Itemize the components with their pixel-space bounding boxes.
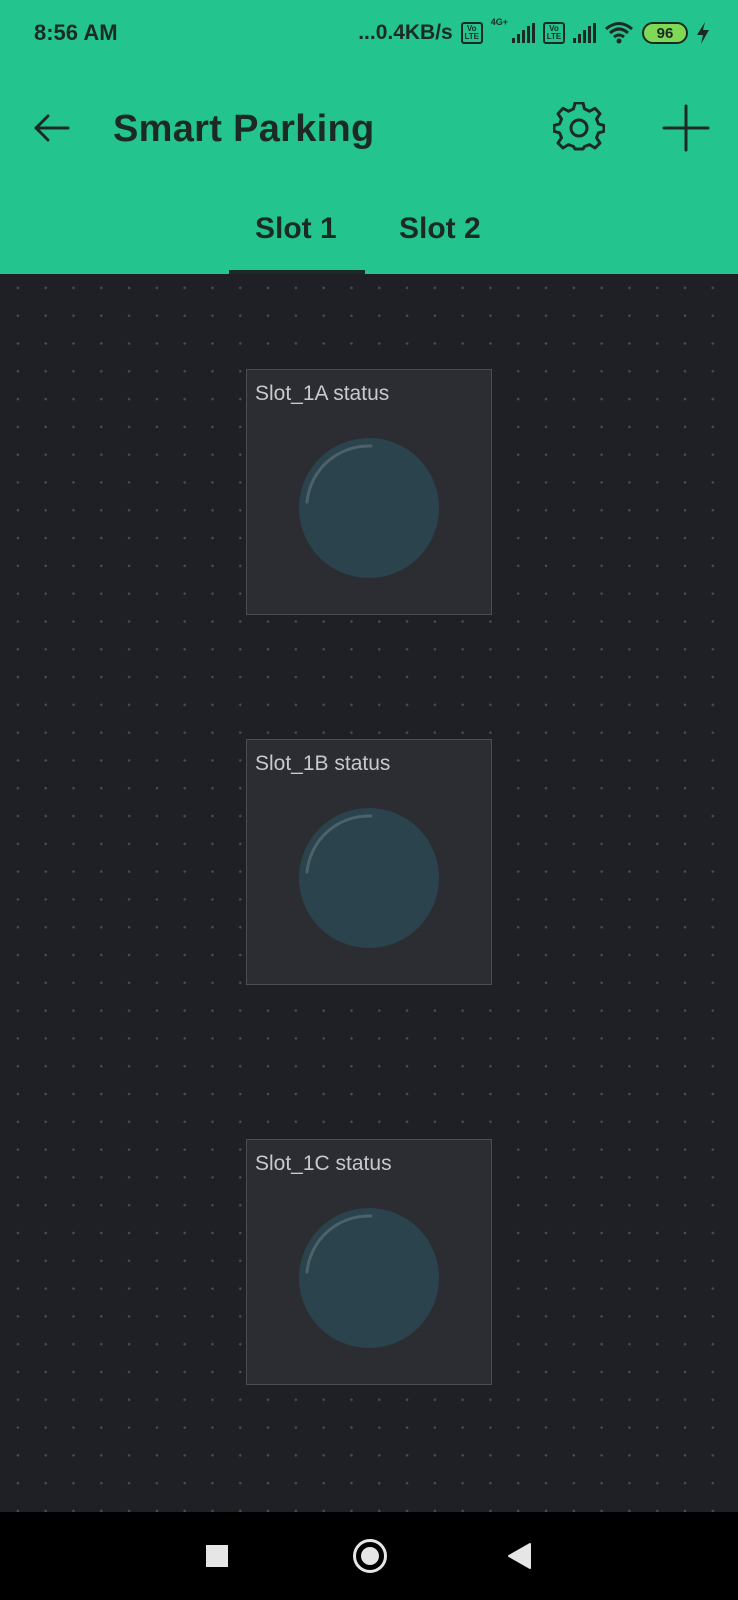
add-widget-button[interactable] (660, 102, 712, 154)
status-bar: 8:56 AM ...0.4KB/s Vo LTE 4G+ Vo LTE 96 (0, 0, 738, 66)
battery-icon: 96 (642, 22, 688, 44)
gear-icon (552, 101, 606, 151)
signal-icon (512, 23, 535, 43)
tab-bar: Slot 1 Slot 2 (0, 200, 738, 274)
arrow-left-icon (34, 114, 70, 142)
led-indicator-icon (299, 808, 439, 948)
network-type: 4G+ (490, 17, 508, 27)
status-indicators: ...0.4KB/s Vo LTE 4G+ Vo LTE 96 (358, 18, 710, 48)
home-button[interactable] (353, 1539, 387, 1573)
plus-icon (662, 104, 710, 152)
settings-button[interactable] (552, 101, 606, 154)
back-button[interactable] (28, 104, 76, 152)
dashboard-canvas[interactable]: Slot_1A status Slot_1B status Slot_1C st… (0, 274, 738, 1512)
system-nav-bar (0, 1512, 738, 1600)
tab-slot-1[interactable]: Slot 1 (255, 212, 337, 246)
signal-icon-2 (573, 23, 596, 43)
status-time: 8:56 AM (34, 20, 118, 45)
widget-label: Slot_1C status (255, 1152, 392, 1175)
tab-slot-2[interactable]: Slot 2 (399, 212, 481, 246)
triangle-back-icon (508, 1543, 531, 1569)
recent-apps-button[interactable] (206, 1545, 228, 1567)
led-widget-slot-1c[interactable]: Slot_1C status (246, 1139, 492, 1385)
wifi-icon (605, 22, 633, 44)
page-title: Smart Parking (113, 108, 375, 150)
network-speed: ...0.4KB/s (358, 21, 453, 44)
led-indicator-icon (299, 1208, 439, 1348)
app-header: 8:56 AM ...0.4KB/s VoLTE 4G+ VoLTE 96 (0, 0, 738, 274)
toolbar: Smart Parking (0, 90, 738, 170)
led-widget-slot-1a[interactable]: Slot_1A status (246, 369, 492, 615)
system-back-button[interactable] (506, 1542, 532, 1570)
lightning-icon (697, 22, 709, 44)
led-widget-slot-1b[interactable]: Slot_1B status (246, 739, 492, 985)
battery-level: 96 (656, 24, 674, 42)
widget-label: Slot_1A status (255, 382, 390, 405)
volte-icon-2: Vo LTE (543, 22, 565, 44)
volte-icon: Vo LTE (460, 22, 483, 44)
widget-label: Slot_1B status (255, 752, 391, 775)
led-indicator-icon (299, 438, 439, 578)
